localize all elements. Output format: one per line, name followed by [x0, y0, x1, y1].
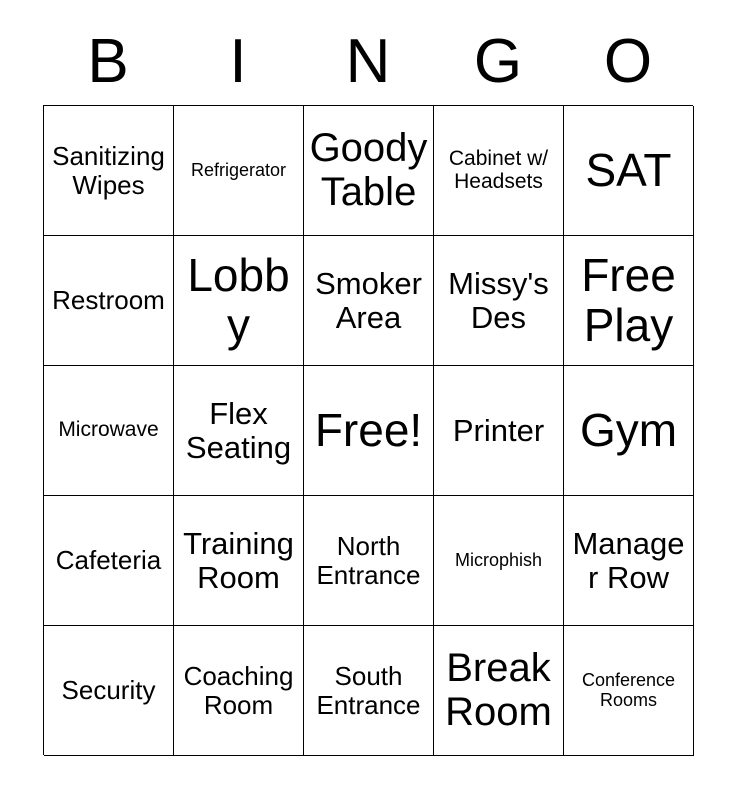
bingo-header-letter-b: B [87, 26, 129, 96]
bingo-cell-label: Missy's Des [448, 266, 549, 335]
bingo-header-letter-g: G [473, 26, 523, 96]
bingo-cell[interactable]: North Entrance [304, 496, 434, 626]
bingo-card: B I N G O Sanitizing Wipes Refrigerator Go… [0, 0, 736, 800]
bingo-header: B I N G O [43, 18, 693, 105]
bingo-cell[interactable]: Manager Row [564, 496, 694, 626]
bingo-cell[interactable]: Coaching Room [174, 626, 304, 756]
bingo-cell[interactable]: Smoker Area [304, 236, 434, 366]
bingo-header-letter-i: I [229, 26, 247, 96]
bingo-cell-label: Free! [314, 403, 423, 456]
bingo-cell[interactable]: Refrigerator [174, 106, 304, 236]
bingo-cell-free-space[interactable]: Free! [304, 366, 434, 496]
bingo-header-letter-n: N [345, 26, 391, 96]
bingo-cell-label: Sanitizing Wipes [52, 141, 165, 200]
bingo-cell-label: Cafeteria [55, 545, 162, 576]
bingo-cell[interactable]: Goody Table [304, 106, 434, 236]
bingo-cell-label: SAT [585, 143, 672, 196]
bingo-cell-label: Goody Table [309, 126, 428, 214]
bingo-cell-label: Manager Row [572, 526, 685, 595]
bingo-cell[interactable]: South Entrance [304, 626, 434, 756]
bingo-cell[interactable]: Conference Rooms [564, 626, 694, 756]
bingo-header-letter-o: O [603, 26, 653, 96]
bingo-cell[interactable]: Free Play [564, 236, 694, 366]
bingo-cell[interactable]: Gym [564, 366, 694, 496]
bingo-cell-label: Restroom [52, 285, 165, 316]
bingo-cell-label: Conference Rooms [581, 670, 676, 710]
bingo-cell-label: Coaching Room [183, 661, 294, 720]
bingo-cell-label: Gym [579, 403, 678, 456]
bingo-cell[interactable]: Microphish [434, 496, 564, 626]
bingo-cell-label: Lobby [187, 248, 290, 351]
bingo-cell[interactable]: Sanitizing Wipes [44, 106, 174, 236]
bingo-cell[interactable]: Restroom [44, 236, 174, 366]
bingo-cell-label: Refrigerator [190, 159, 287, 180]
bingo-cell-label: Smoker Area [315, 266, 422, 335]
bingo-cell[interactable]: SAT [564, 106, 694, 236]
bingo-grid: Sanitizing Wipes Refrigerator Goody Table C… [43, 105, 694, 756]
bingo-cell-label: Break Room [445, 646, 552, 734]
bingo-cell[interactable]: Flex Seating [174, 366, 304, 496]
bingo-cell-label: Training Room [183, 526, 294, 595]
bingo-cell[interactable]: Lobby [174, 236, 304, 366]
bingo-cell[interactable]: Missy's Des [434, 236, 564, 366]
bingo-cell[interactable]: Cafeteria [44, 496, 174, 626]
bingo-cell[interactable]: Printer [434, 366, 564, 496]
bingo-cell-label: South Entrance [316, 661, 421, 720]
bingo-cell-label: Free Play [581, 248, 676, 351]
bingo-cell-label: Microphish [454, 549, 543, 570]
bingo-cell-label: North Entrance [316, 531, 421, 590]
bingo-cell-label: Flex Seating [185, 396, 292, 465]
bingo-cell[interactable]: Cabinet w/ Headsets [434, 106, 564, 236]
bingo-cell-label: Printer [452, 412, 545, 448]
bingo-cell[interactable]: Training Room [174, 496, 304, 626]
bingo-cell-label: Microwave [58, 418, 159, 442]
bingo-cell-label: Cabinet w/ Headsets [448, 146, 549, 193]
bingo-cell[interactable]: Break Room [434, 626, 564, 756]
bingo-cell-label: Security [61, 675, 156, 706]
bingo-cell[interactable]: Security [44, 626, 174, 756]
bingo-cell[interactable]: Microwave [44, 366, 174, 496]
